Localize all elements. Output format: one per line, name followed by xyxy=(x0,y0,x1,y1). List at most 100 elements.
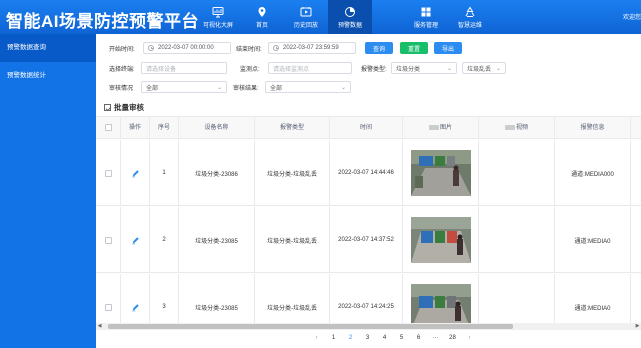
grid-icon xyxy=(421,7,431,16)
recycle-icon xyxy=(465,6,475,17)
location-pin-icon xyxy=(258,6,266,17)
scroll-left-arrow-icon[interactable]: ◀ xyxy=(96,323,103,330)
pie-chart-icon xyxy=(345,6,355,17)
alarm-snapshot-image[interactable] xyxy=(410,217,471,263)
nav-home[interactable]: 首页 xyxy=(240,0,284,34)
app-title: 智能AI场景防控预警平台 xyxy=(6,12,199,31)
col-header-alarm-info: 报警信息 xyxy=(555,117,631,139)
table-row[interactable]: 3 垃圾分类-23085 垃圾分类-垃圾乱丢 2022-03-07 14:24:… xyxy=(96,274,641,328)
review-result-select[interactable]: 全部 ⌄ xyxy=(265,81,351,93)
table-row[interactable]: 2 垃圾分类-23085 垃圾分类-垃圾乱丢 2022-03-07 14:37:… xyxy=(96,207,641,273)
page-6[interactable]: 6 xyxy=(410,335,427,341)
col-header-video-label: 视频 xyxy=(515,125,528,131)
row-alarm-info: 通道:MEDIA0 xyxy=(555,274,631,328)
col-header-image-label: 图片 xyxy=(439,125,452,131)
row-time: 2022-03-07 14:24:25 xyxy=(330,274,403,328)
nav-service-management[interactable]: 服务管理 xyxy=(404,0,448,34)
nav-alarm-data[interactable]: 预警数据 xyxy=(328,0,372,34)
row-checkbox[interactable] xyxy=(104,303,112,311)
start-time-label: 开始时间: xyxy=(109,46,135,53)
row-alarm-type: 垃圾分类-垃圾乱丢 xyxy=(255,274,330,328)
nav-label: 可视化大屏 xyxy=(202,22,233,29)
nav-history-playback[interactable]: 历史回放 xyxy=(284,0,328,34)
select-all-checkbox[interactable] xyxy=(104,123,112,131)
row-time: 2022-03-07 14:44:46 xyxy=(330,140,403,206)
col-header-action: 操作 xyxy=(121,117,150,139)
alarm-subtype-select[interactable]: 垃圾乱丢 ⌄ xyxy=(462,62,506,74)
edit-pencil-icon[interactable] xyxy=(131,169,140,178)
row-device: 垃圾分类-23086 xyxy=(179,140,255,206)
prev-page-button[interactable]: ‹ xyxy=(308,335,325,341)
page-5[interactable]: 5 xyxy=(393,335,410,341)
terminal-label: 选择终端: xyxy=(109,66,135,73)
scroll-right-arrow-icon[interactable]: ▶ xyxy=(634,323,641,330)
reset-button[interactable]: 重置 xyxy=(400,42,428,54)
batch-review-button[interactable]: 批量审核 xyxy=(104,102,144,113)
table-row[interactable]: 1 垃圾分类-23086 垃圾分类-垃圾乱丢 2022-03-07 14:44:… xyxy=(96,140,641,206)
monitor-point-select[interactable]: 请选择监测点 xyxy=(268,62,352,74)
review-status-value: 全部 xyxy=(146,85,159,92)
end-time-label: 结束时间: xyxy=(236,46,262,53)
row-time: 2022-03-07 14:37:52 xyxy=(330,207,403,273)
page-2-current[interactable]: 2 xyxy=(342,335,359,341)
alarm-type-select[interactable]: 垃圾分类 ⌄ xyxy=(391,62,457,74)
col-header-time: 时间 xyxy=(330,117,403,139)
col-header-index: 序号 xyxy=(150,117,179,139)
row-alarm-info: 通道:MEDIA0 xyxy=(555,207,631,273)
col-header-device: 设备名称 xyxy=(179,117,255,139)
nav-label: 首页 xyxy=(255,22,268,29)
page-3[interactable]: 3 xyxy=(359,335,376,341)
start-time-value: 2022-03-07 00:00:00 xyxy=(158,45,214,51)
nav-visual-screen[interactable]: 可视化大屏 xyxy=(196,0,240,34)
nav-label: 预警数据 xyxy=(337,22,362,29)
page-28[interactable]: 28 xyxy=(444,335,461,341)
sidebar-item-alarm-stats[interactable]: 预警数据统计 xyxy=(0,62,96,90)
monitor-point-placeholder: 请选择监测点 xyxy=(273,66,310,73)
alarm-type-label: 报警类型: xyxy=(361,66,387,73)
terminal-placeholder: 请选择设备 xyxy=(146,66,177,73)
query-button[interactable]: 查询 xyxy=(365,42,393,54)
page-4[interactable]: 4 xyxy=(376,335,393,341)
horizontal-scrollbar[interactable]: ◀ ▶ xyxy=(96,323,641,330)
alarm-snapshot-image[interactable] xyxy=(410,284,471,328)
next-page-button[interactable]: › xyxy=(461,335,478,341)
review-status-select[interactable]: 全部 ⌄ xyxy=(141,81,227,93)
table-header: 操作 序号 设备名称 报警类型 时间 图片 视频 报警信息 xyxy=(96,117,641,139)
start-time-field[interactable]: 2022-03-07 00:00:00 xyxy=(143,42,231,54)
end-time-field[interactable]: 2022-03-07 23:59:59 xyxy=(268,42,356,54)
alarm-subtype-value: 垃圾乱丢 xyxy=(467,66,492,73)
alarm-type-value: 垃圾分类 xyxy=(396,66,421,73)
row-device: 垃圾分类-23085 xyxy=(179,274,255,328)
edit-pencil-icon[interactable] xyxy=(131,236,140,245)
edit-pencil-icon[interactable] xyxy=(131,303,140,312)
nav-smart-ops[interactable]: 智慧运维 xyxy=(448,0,492,34)
row-checkbox[interactable] xyxy=(104,169,112,177)
main-nav: 可视化大屏 首页 历史回放 预警数据 服务管理 智慧运维 xyxy=(196,0,492,34)
sidebar-item-alarm-query[interactable]: 预警数据查询 xyxy=(0,34,96,62)
clock-icon xyxy=(273,45,279,51)
row-alarm-info: 通道:MEDIA000 xyxy=(555,140,631,206)
chevron-down-icon: ⌄ xyxy=(340,84,346,91)
scrollbar-thumb[interactable] xyxy=(108,324,513,329)
welcome-text[interactable]: 欢迎您 xyxy=(623,12,641,21)
review-result-label: 审核结果: xyxy=(233,85,259,92)
page-1[interactable]: 1 xyxy=(325,335,342,341)
chart-monitor-icon xyxy=(212,6,224,17)
row-device: 垃圾分类-23085 xyxy=(179,207,255,273)
alarm-snapshot-image[interactable] xyxy=(410,150,471,196)
monitor-point-label: 监测点: xyxy=(240,66,260,73)
select-all-header[interactable] xyxy=(96,117,121,139)
page-ellipsis[interactable]: ··· xyxy=(427,335,444,341)
row-alarm-type: 垃圾分类-垃圾乱丢 xyxy=(255,140,330,206)
terminal-select[interactable]: 请选择设备 xyxy=(141,62,227,74)
row-video xyxy=(479,207,555,273)
review-result-value: 全部 xyxy=(270,85,283,92)
row-index: 3 xyxy=(150,274,179,328)
chevron-down-icon: ⌄ xyxy=(495,65,501,72)
end-time-value: 2022-03-07 23:59:59 xyxy=(283,45,339,51)
row-checkbox[interactable] xyxy=(104,236,112,244)
top-header: 智能AI场景防控预警平台 可视化大屏 首页 历史回放 预警数据 服务管理 智慧运… xyxy=(0,0,641,34)
clock-icon xyxy=(148,45,154,51)
history-play-icon xyxy=(300,6,312,16)
export-button[interactable]: 导出 xyxy=(434,42,462,54)
